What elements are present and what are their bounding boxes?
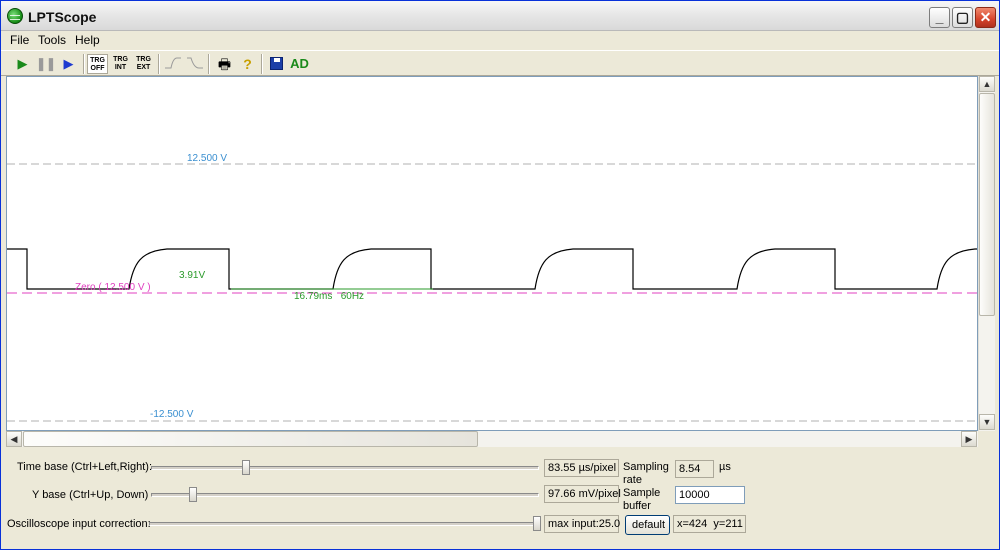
trigger-off-line1: TRG (90, 57, 105, 64)
falling-edge-icon (187, 57, 203, 69)
correction-slider-track[interactable] (149, 522, 541, 526)
rising-edge-button[interactable] (162, 54, 183, 74)
trigger-external-button[interactable]: TRG EXT (133, 54, 154, 74)
print-button[interactable]: 🖶 (214, 54, 235, 74)
scroll-right-arrow-icon[interactable]: ▶ (961, 431, 977, 447)
scope-canvas: 12.500 V -12.500 V Zero ( 12.500 V ) 3.9… (7, 153, 977, 422)
signal-trace (7, 248, 977, 290)
time-base-readout: 83.55 µs/pixel (544, 459, 619, 477)
app-logo-icon (7, 8, 23, 24)
horizontal-scrollbar[interactable]: ◀ ▶ (6, 431, 978, 447)
menu-help[interactable]: Help (72, 33, 103, 47)
sample-buffer-input[interactable]: 10000 (675, 486, 745, 504)
toolbar-separator (208, 54, 210, 74)
time-base-slider-track[interactable] (151, 466, 539, 470)
toolbar: ▶ ❚❚ ▶ TRG OFF TRG INT TRG EXT 🖶 ? AD (1, 50, 999, 76)
y-base-slider-track[interactable] (151, 493, 539, 497)
time-base-label: Time base (Ctrl+Left,Right): (17, 461, 152, 473)
menu-file[interactable]: File (7, 33, 32, 47)
cursor-position-readout: x=424 y=211 (673, 515, 746, 533)
sample-buffer-label-line1: Sample (623, 487, 661, 499)
trigger-off-button[interactable]: TRG OFF (87, 54, 108, 74)
vertical-scroll-thumb[interactable] (979, 93, 995, 316)
menu-tools[interactable]: Tools (35, 33, 69, 47)
oscilloscope-display[interactable]: 12.500 V -12.500 V Zero ( 12.500 V ) 3.9… (6, 76, 978, 431)
app-window: LPTScope _ ▢ ✕ File Tools Help ▶ ❚❚ ▶ TR… (0, 0, 1000, 550)
sampling-rate-unit: µs (719, 461, 731, 473)
floppy-disk-icon (270, 57, 283, 70)
trigger-ext-line2: EXT (136, 64, 151, 71)
toolbar-separator (158, 54, 160, 74)
menu-bar: File Tools Help (1, 31, 999, 50)
minimize-button[interactable]: _ (929, 7, 950, 28)
sampling-rate-label-line1: Sampling (623, 461, 669, 473)
correction-readout: max input:25.0 (544, 515, 620, 533)
top-level-label: 12.500 V (187, 153, 227, 164)
sampling-rate-value: 8.54 (675, 460, 714, 478)
period-frequency-label: 16.79ms 60Hz (294, 291, 364, 302)
trigger-int-line2: INT (114, 64, 127, 71)
amplitude-label: 3.91V (179, 270, 205, 281)
trigger-internal-button[interactable]: TRG INT (110, 54, 131, 74)
rising-edge-icon (165, 57, 181, 69)
trigger-off-line2: OFF (90, 65, 105, 72)
falling-edge-button[interactable] (184, 54, 205, 74)
time-base-slider-thumb[interactable] (242, 460, 251, 475)
default-button[interactable]: default (625, 515, 670, 535)
trigger-int-line1: TRG (113, 56, 128, 63)
maximize-button[interactable]: ▢ (952, 7, 973, 28)
ad-label: AD (290, 56, 309, 71)
close-button[interactable]: ✕ (975, 7, 996, 28)
y-base-slider-thumb[interactable] (189, 487, 197, 502)
trigger-ext-line1: TRG (136, 56, 151, 63)
scroll-left-arrow-icon[interactable]: ◀ (6, 431, 22, 447)
correction-slider-thumb[interactable] (533, 516, 541, 531)
vertical-scrollbar[interactable]: ▲ ▼ (978, 76, 995, 431)
title-bar[interactable]: LPTScope _ ▢ ✕ (1, 1, 999, 31)
y-base-readout: 97.66 mV/pixel (544, 485, 621, 503)
bottom-level-label: -12.500 V (150, 409, 194, 420)
toolbar-separator (261, 54, 263, 74)
question-icon: ? (243, 56, 252, 72)
sample-buffer-label-line2: buffer (623, 500, 651, 512)
help-button[interactable]: ? (237, 54, 258, 74)
correction-label: Oscilloscope input correction: (7, 518, 151, 530)
ad-converter-button[interactable]: AD (289, 54, 310, 74)
save-button[interactable] (266, 54, 287, 74)
horizontal-scroll-thumb[interactable] (23, 431, 478, 447)
pause-button[interactable]: ❚❚ (35, 54, 57, 74)
toolbar-separator (83, 54, 85, 74)
sampling-rate-label-line2: rate (623, 474, 642, 486)
printer-icon: 🖶 (217, 56, 232, 72)
single-shot-icon: ▶ (63, 56, 74, 71)
play-button[interactable]: ▶ (12, 54, 33, 74)
single-shot-button[interactable]: ▶ (58, 54, 79, 74)
scroll-down-arrow-icon[interactable]: ▼ (979, 414, 995, 430)
play-icon: ▶ (17, 56, 28, 71)
y-base-label: Y base (Ctrl+Up, Down) (32, 489, 149, 501)
window-title: LPTScope (28, 9, 97, 25)
pause-icon: ❚❚ (35, 56, 57, 71)
scroll-up-arrow-icon[interactable]: ▲ (979, 76, 995, 92)
zero-label: Zero ( 12.500 V ) (75, 282, 151, 293)
